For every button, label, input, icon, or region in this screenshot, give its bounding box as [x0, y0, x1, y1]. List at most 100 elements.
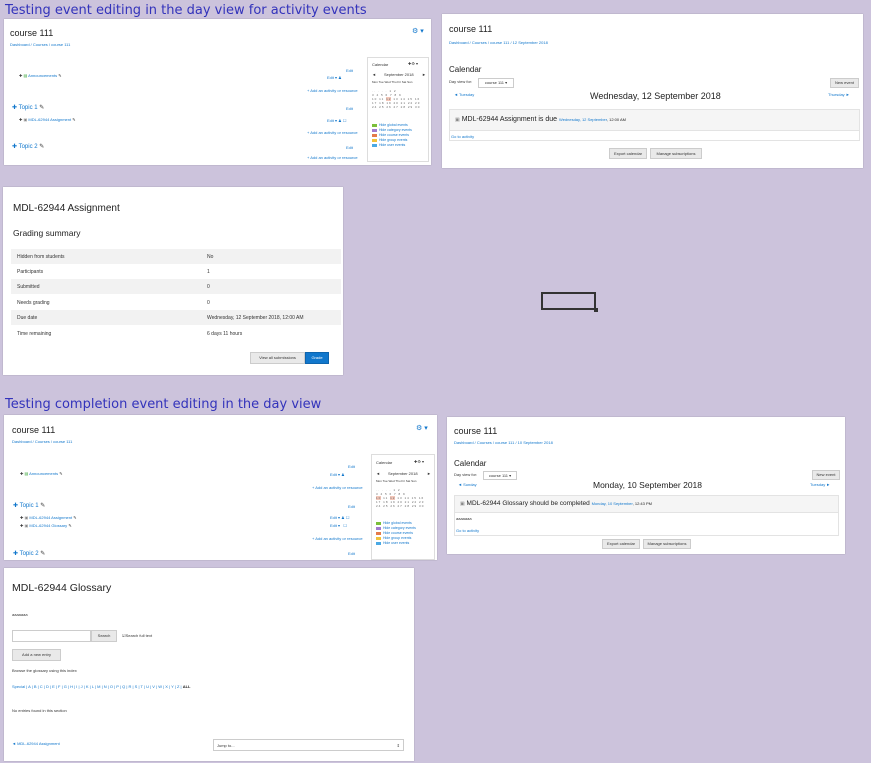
- edit-menu[interactable]: Edit: [348, 504, 355, 509]
- assignment-link[interactable]: MDL-62944 Assignment: [29, 515, 72, 520]
- search-full-text-checkbox[interactable]: ☑Search full text: [122, 633, 152, 638]
- prev-month-icon[interactable]: ◄: [376, 471, 380, 476]
- legend-category[interactable]: Hide category events: [376, 526, 416, 530]
- add-activity-link[interactable]: + Add an activity or resource: [312, 485, 363, 490]
- move-icon[interactable]: ✚: [20, 523, 23, 528]
- calendar-grid[interactable]: ·· · · · 1 23 4 5 6 7 8 9 10 11 12 13 14 …: [372, 89, 420, 109]
- course-select[interactable]: course 111 ▾: [478, 78, 514, 88]
- edit-menu[interactable]: Edit: [346, 68, 353, 73]
- month-title[interactable]: September 2018: [388, 471, 418, 476]
- next-day-link[interactable]: Thursday ►: [828, 92, 850, 97]
- edit-menu[interactable]: Edit ▾ ♟ ☐: [327, 118, 346, 123]
- pencil-icon[interactable]: ✎: [73, 515, 76, 520]
- next-month-icon[interactable]: ►: [422, 72, 426, 77]
- edit-menu[interactable]: Edit: [348, 464, 355, 469]
- export-calendar-button[interactable]: Export calendar: [609, 148, 647, 159]
- topic-2-heading[interactable]: ✚ Topic 2 ✎: [13, 550, 45, 557]
- legend-course[interactable]: Hide course events: [376, 531, 413, 535]
- edit-menu[interactable]: Edit ▾ ♟ ☐: [330, 515, 349, 520]
- table-row: Submitted 0: [11, 279, 341, 294]
- breadcrumb[interactable]: Dashboard / Courses / course 111 / 12 Se…: [449, 40, 548, 45]
- search-input[interactable]: [12, 630, 91, 642]
- announcements-link[interactable]: Announcements: [28, 73, 57, 78]
- manage-subscriptions-button[interactable]: Manage subscriptions: [650, 148, 702, 159]
- new-event-button[interactable]: New event: [830, 78, 859, 88]
- edit-menu[interactable]: Edit: [346, 106, 353, 111]
- glossary-link[interactable]: MDL-62944 Glossary: [29, 523, 67, 528]
- edit-menu[interactable]: Edit ▾ ♟: [330, 472, 345, 477]
- calendar-grid[interactable]: ·· · · · 1 23 4 5 6 7 8 9 10 11 12 13 14 …: [376, 488, 424, 508]
- grade-button[interactable]: Grade: [305, 352, 329, 364]
- event-description: aaaaaaa: [456, 516, 472, 521]
- move-icon[interactable]: ✚: [19, 117, 22, 122]
- export-calendar-button[interactable]: Export calendar: [602, 539, 640, 549]
- alphabet-index[interactable]: Special | A | B | C | D | E | F | G | H …: [12, 684, 190, 689]
- day-view-label: Day view for:: [454, 472, 478, 477]
- legend-user[interactable]: Hide user events: [376, 541, 409, 545]
- add-activity-link[interactable]: + Add an activity or resource: [307, 155, 358, 160]
- day-view-label: Day view for:: [449, 79, 473, 84]
- calendar-block-title: Calendar: [376, 460, 393, 465]
- calendar-day-panel-2: course 111 Dashboard / Courses / course …: [447, 417, 845, 554]
- edit-menu[interactable]: Edit ▾ ♟: [327, 75, 342, 80]
- pencil-icon[interactable]: ✎: [59, 471, 62, 476]
- course-page-panel-1: course 111 Dashboard / Courses / course …: [4, 19, 431, 165]
- select-arrows-icon: ⇕: [396, 743, 400, 748]
- add-activity-link[interactable]: + Add an activity or resource: [312, 536, 363, 541]
- new-event-button[interactable]: New event: [812, 470, 840, 480]
- course-select[interactable]: course 111 ▾: [483, 471, 517, 480]
- add-activity-link[interactable]: + Add an activity or resource: [307, 88, 358, 93]
- go-to-activity-link[interactable]: Go to activity: [456, 528, 479, 533]
- add-entry-button[interactable]: Add a new entry: [12, 649, 61, 661]
- view-all-submissions-button[interactable]: View all submissions: [250, 352, 305, 364]
- search-button[interactable]: Search: [91, 630, 117, 642]
- breadcrumb[interactable]: Dashboard / Courses / course 111: [12, 439, 72, 444]
- month-title[interactable]: September 2018: [384, 72, 414, 77]
- breadcrumb[interactable]: Dashboard / Courses / course 111 / 10 Se…: [454, 440, 553, 445]
- move-icon[interactable]: ✚: [19, 73, 22, 78]
- legend-course[interactable]: Hide course events: [372, 133, 409, 137]
- jump-to-select[interactable]: Jump to... ⇕: [213, 739, 404, 751]
- pencil-icon[interactable]: ✎: [58, 73, 61, 78]
- block-controls-icon[interactable]: ✚⚙ ▾: [408, 61, 418, 66]
- pencil-icon[interactable]: ✎: [72, 117, 75, 122]
- day-title: Wednesday, 12 September 2018: [590, 91, 721, 101]
- legend-group[interactable]: Hide group events: [372, 138, 407, 142]
- legend-global[interactable]: Hide global events: [372, 123, 408, 127]
- edit-menu[interactable]: Edit: [346, 145, 353, 150]
- breadcrumb[interactable]: Dashboard / Courses / course 111: [10, 42, 70, 47]
- gear-icon[interactable]: ⚙ ▾: [416, 424, 428, 432]
- go-to-activity-link[interactable]: Go to activity: [451, 134, 474, 139]
- move-icon[interactable]: ✚: [20, 471, 23, 476]
- calendar-block: Calendar ✚⚙ ▾ ◄ September 2018 ► Mon Tue…: [371, 454, 435, 560]
- next-day-link[interactable]: Tuesday ►: [810, 482, 830, 487]
- manage-subscriptions-button[interactable]: Manage subscriptions: [643, 539, 691, 549]
- event-card[interactable]: ▣ MDL-62944 Assignment is due Wednesday,…: [449, 109, 860, 131]
- legend-user[interactable]: Hide user events: [372, 143, 405, 147]
- legend-global[interactable]: Hide global events: [376, 521, 412, 525]
- announcements-link[interactable]: Announcements: [29, 471, 58, 476]
- prev-day-link[interactable]: ◄ Sunday: [458, 482, 477, 487]
- assignment-link[interactable]: MDL-62944 Assignment: [28, 117, 71, 122]
- edit-menu[interactable]: Edit: [348, 551, 355, 556]
- next-month-icon[interactable]: ►: [427, 471, 431, 476]
- selection-handle[interactable]: [594, 308, 598, 312]
- topic-2-heading[interactable]: ✚ Topic 2 ✎: [12, 143, 44, 150]
- event-body: aaaaaaa Go to activity: [454, 511, 839, 536]
- prev-day-link[interactable]: ◄ Tuesday: [454, 92, 474, 97]
- topic-1-heading[interactable]: ✚ Topic 1 ✎: [13, 502, 45, 509]
- block-controls-icon[interactable]: ✚⚙ ▾: [414, 459, 424, 464]
- back-to-assignment-link[interactable]: ◄ MDL-62944 Assignment: [12, 741, 60, 746]
- prev-month-icon[interactable]: ◄: [372, 72, 376, 77]
- event-title: ▣ MDL-62944 Assignment is due Wednesday,…: [455, 116, 626, 123]
- pencil-icon[interactable]: ✎: [68, 523, 71, 528]
- glossary-panel: MDL-62944 Glossary aaaaaaa Search ☑Searc…: [4, 568, 414, 761]
- edit-menu[interactable]: Edit ▾ ☐: [330, 523, 347, 528]
- add-activity-link[interactable]: + Add an activity or resource: [307, 130, 358, 135]
- gear-icon[interactable]: ⚙ ▾: [412, 27, 424, 35]
- legend-group[interactable]: Hide group events: [376, 536, 411, 540]
- legend-category[interactable]: Hide category events: [372, 128, 412, 132]
- topic-1-heading[interactable]: ✚ Topic 1 ✎: [12, 104, 44, 111]
- move-icon[interactable]: ✚: [20, 515, 23, 520]
- table-row: Hidden from students No: [11, 249, 341, 264]
